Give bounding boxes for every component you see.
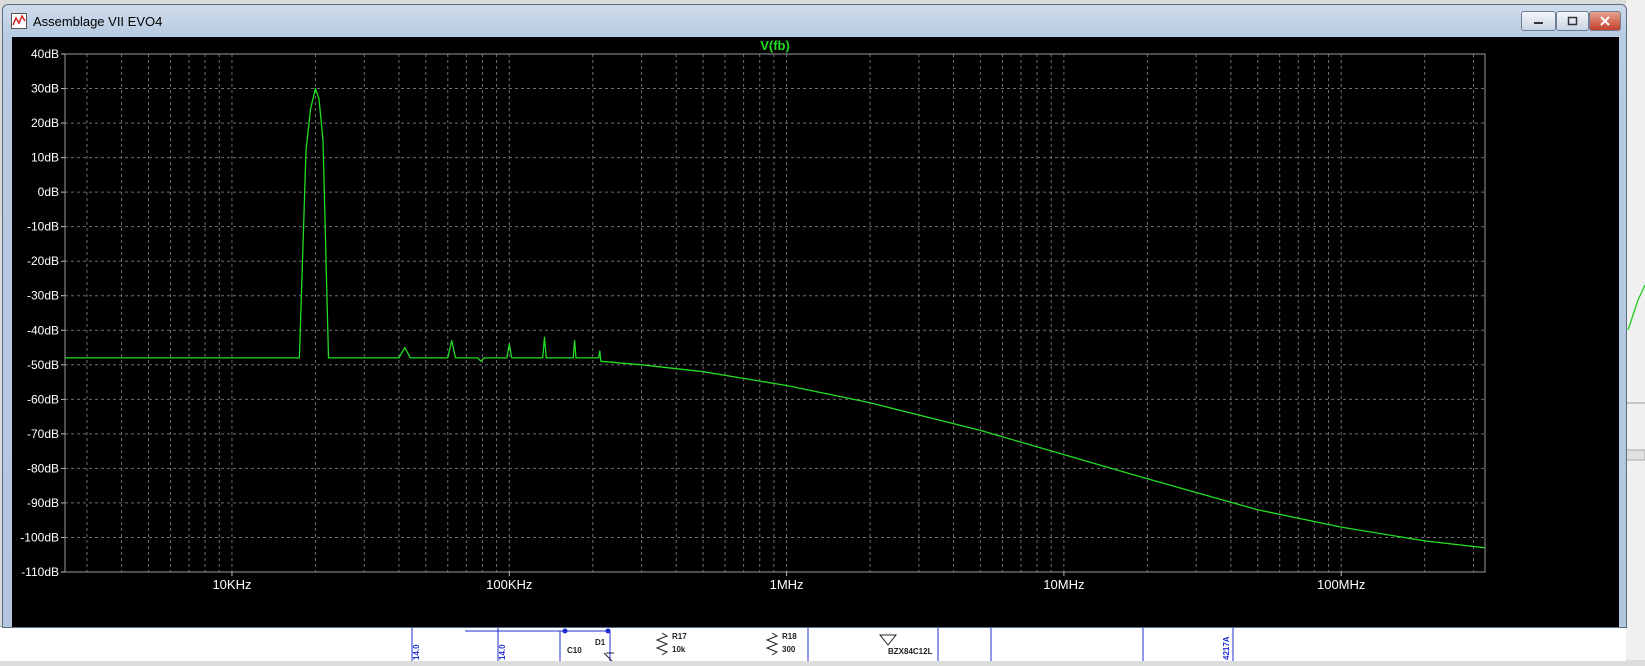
schematic-label-ref-d1: D1 [595,638,606,647]
maximize-icon [1567,16,1577,26]
schematic-editor-background: 14.0 14.0 C10 D1 R17 10k R18 300 BZX84C12L 4217A [0,626,1626,662]
schematic-canvas[interactable]: 14.0 14.0 C10 D1 R17 10k R18 300 BZX84C12L 4217A [0,627,1626,662]
minimize-icon [1533,22,1543,24]
y-tick-label: -30dB [27,289,59,303]
schematic-label-ref-c10: C10 [567,646,582,655]
junction-dot [562,628,568,634]
title-bar[interactable]: Assemblage VII EVO4 [3,5,1626,37]
minimize-button[interactable] [1521,11,1556,31]
schematic-label-val-zener: BZX84C12L [888,647,933,656]
y-tick-label: -60dB [27,392,59,406]
y-tick-label: 10dB [31,151,59,165]
y-tick-label: 30dB [31,82,59,96]
plot-frame [64,53,1486,573]
x-tick-label: 1MHz [770,577,804,592]
resistor-symbol [765,632,779,656]
schematic-label-ref-r18: R18 [782,632,797,641]
y-tick-label: -40dB [27,323,59,337]
plot-canvas[interactable]: 40dB 30dB 20dB 10dB 0dB -10dB -20dB -30dB -40dB -… [12,37,1619,627]
waveform-icon [11,13,27,29]
schematic-label-net-label-a: 14.0 [412,644,421,660]
close-button[interactable] [1589,11,1621,31]
plot-area[interactable]: 40dB 30dB 20dB 10dB 0dB -10dB -20dB -30dB -40dB -… [12,37,1619,627]
schematic-label-ref-r17: R17 [672,632,687,641]
y-tick-label: -70dB [27,427,59,441]
grid [65,54,1485,572]
x-tick-label: 10MHz [1043,577,1084,592]
y-tick-label: -20dB [27,254,59,268]
maximize-button[interactable] [1556,11,1589,31]
x-tick-label: 10KHz [212,577,251,592]
y-tick-label: -90dB [27,496,59,510]
y-tick-label: -10dB [27,220,59,234]
resistor-symbol [655,632,669,656]
window-title: Assemblage VII EVO4 [33,14,163,29]
y-tick-label: 40dB [31,47,59,61]
background-app-graphics [1625,284,1645,461]
x-tick-label: 100MHz [1317,577,1365,592]
plot-title[interactable]: V(fb) [760,38,790,53]
schematic-label-val-r17: 10k [672,645,686,654]
schematic-label-net-label-b: 14.0 [498,644,507,660]
axes: 40dB 30dB 20dB 10dB 0dB -10dB -20dB -30dB -40dB -… [20,47,1486,592]
x-tick-label: 100KHz [486,577,532,592]
background-trace-fragment [1627,284,1645,331]
y-tick-label: 20dB [31,116,59,130]
y-tick-label: -110dB [21,565,59,579]
y-tick-label: -100dB [20,530,59,544]
zener-diode-symbol [878,634,898,646]
waveform-window: Assemblage VII EVO4 40dB 30dB 20dB 10dB 0dB -… [2,4,1627,628]
y-tick-label: -50dB [27,358,59,372]
junction-dot [605,628,611,634]
schematic-label-val-r18: 300 [782,645,796,654]
y-tick-label: -80dB [27,461,59,475]
schematic-label-net-label-c: 4217A [1222,636,1231,660]
background-scrollbar[interactable] [1625,449,1645,461]
background-app-strip [1625,0,1645,660]
y-tick-label: 0dB [38,185,59,199]
close-icon [1600,16,1610,26]
